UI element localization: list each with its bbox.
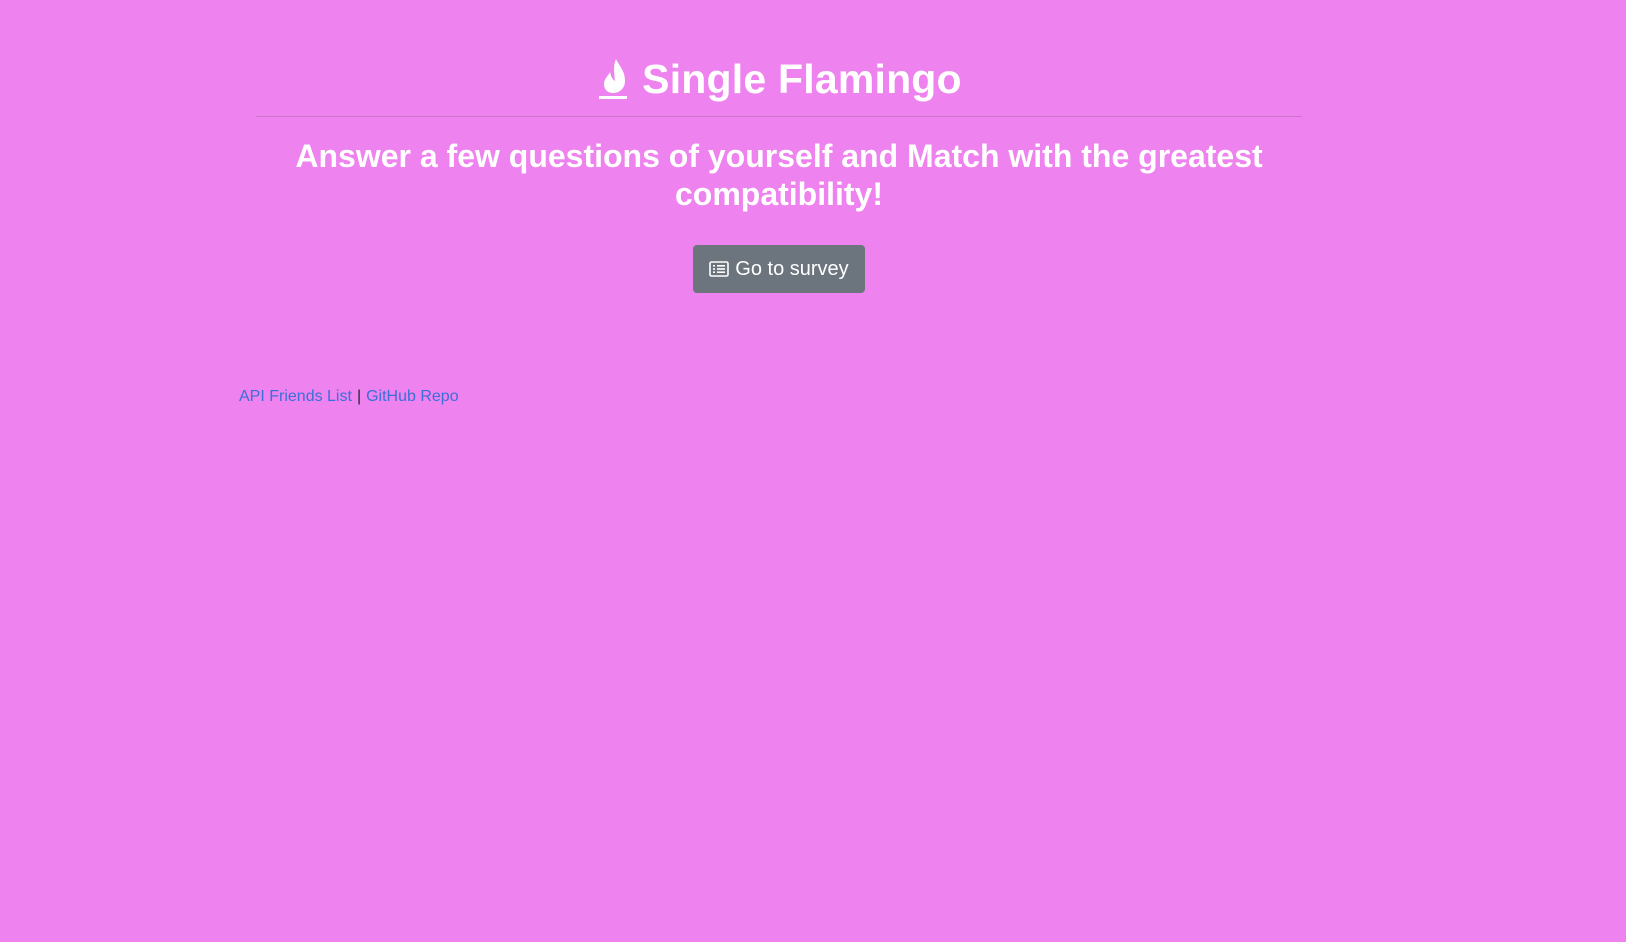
go-to-survey-button[interactable]: Go to survey [693,245,865,293]
fire-icon [599,59,628,99]
go-to-survey-label: Go to survey [735,258,849,280]
page-title: Single Flamingo [642,56,962,102]
footer-links: API Friends List | GitHub Repo [239,386,459,408]
api-friends-list-link[interactable]: API Friends List [239,388,352,405]
brand-header: Single Flamingo [256,54,1302,104]
link-separator: | [356,388,362,405]
tagline: Answer a few questions of yourself and M… [295,138,1263,212]
divider [256,116,1302,117]
jumbotron: Single Flamingo Answer a few questions o… [256,0,1302,293]
github-repo-link[interactable]: GitHub Repo [366,388,459,405]
list-alt-icon [709,261,730,277]
